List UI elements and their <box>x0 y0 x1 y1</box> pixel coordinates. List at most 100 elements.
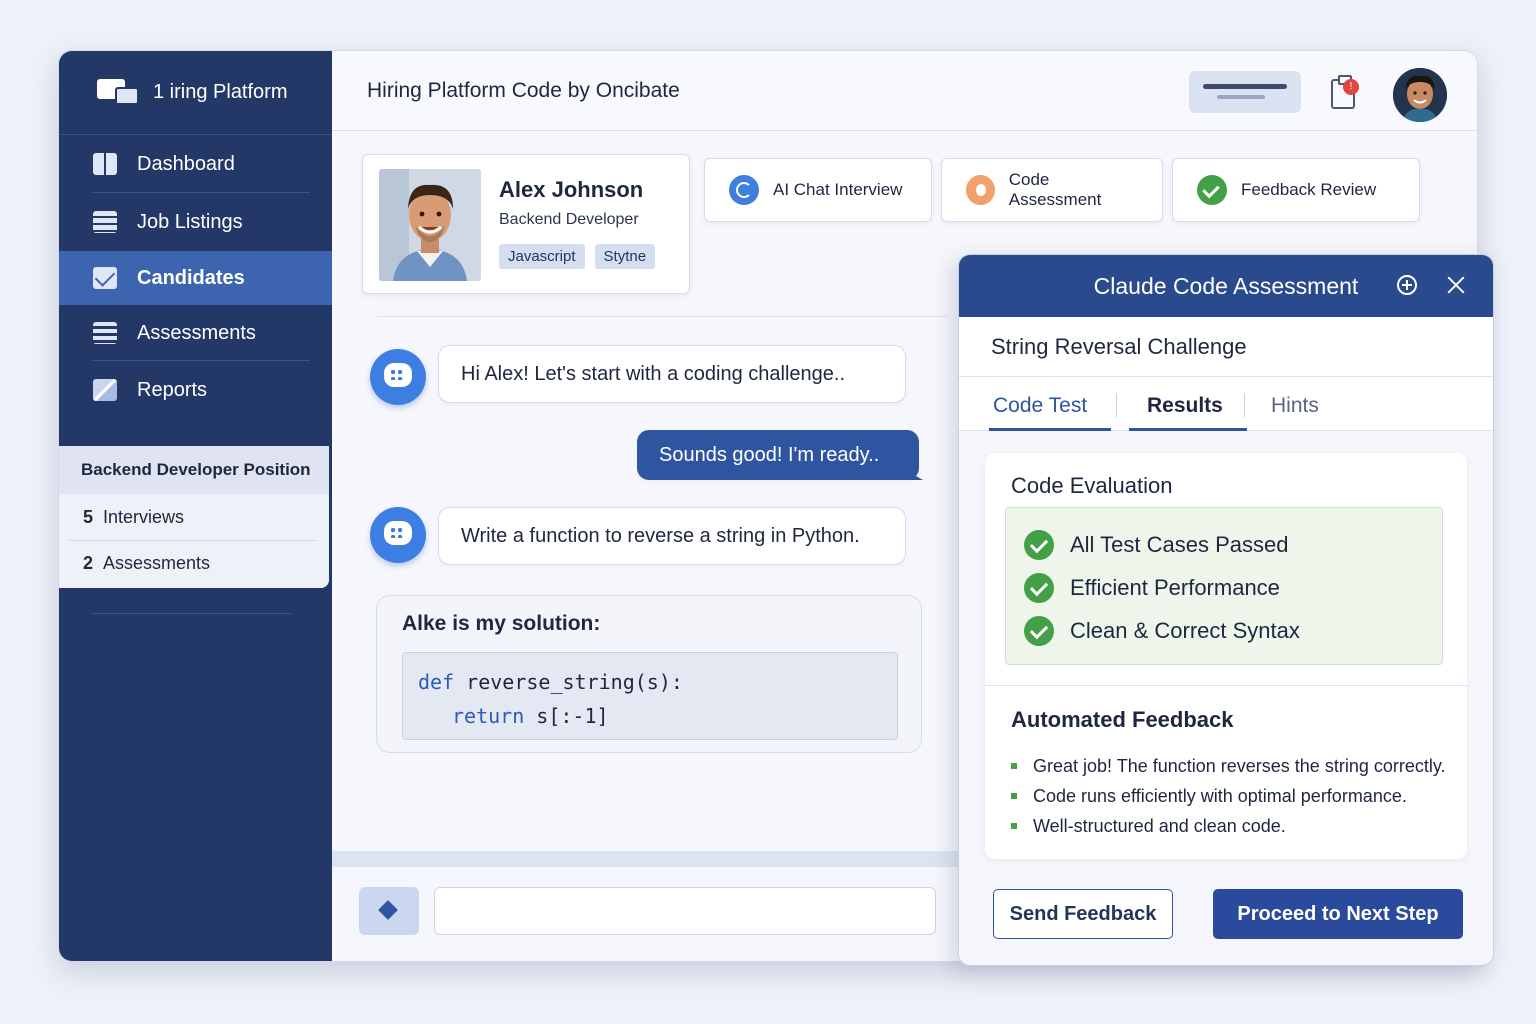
notification-badge: ! <box>1343 79 1359 95</box>
sidebar-item-label: Candidates <box>137 266 245 289</box>
brand-logo-icon <box>97 77 141 109</box>
chat-message-user: Sounds good! I'm ready.. <box>637 430 923 480</box>
stage-feedback-review[interactable]: Feedback Review <box>1172 158 1420 222</box>
stat-label: Interviews <box>103 506 185 527</box>
position-stat-interviews[interactable]: 5 Interviews <box>59 494 329 540</box>
position-stat-assessments[interactable]: 2 Assessments <box>59 540 329 586</box>
pen-icon <box>93 379 117 401</box>
message-text: Write a function to reverse a string in … <box>461 524 860 547</box>
result-text: Efficient Performance <box>1070 575 1280 600</box>
check-icon <box>1197 175 1227 205</box>
panel-header: Claude Code Assessment <box>959 255 1493 317</box>
brand[interactable]: 1 iring Platform <box>59 51 332 135</box>
sidebar-item-candidates[interactable]: Candidates <box>59 251 332 305</box>
tab-results[interactable]: Results <box>1129 377 1247 431</box>
code-keyword: def <box>418 670 455 694</box>
skill-tag: Stytne <box>594 244 656 269</box>
stage-label: Feedback Review <box>1241 180 1377 199</box>
panel-title: Claude Code Assessment <box>1093 272 1359 299</box>
code-text: s[:-1] <box>524 704 609 728</box>
table-icon <box>93 211 117 233</box>
proceed-next-step-button[interactable]: Proceed to Next Step <box>1213 889 1463 939</box>
stage-tabs: AI Chat Interview Code Assessment Feedba… <box>704 158 1420 222</box>
sidebar-item-assessments[interactable]: Assessments <box>59 305 332 361</box>
assessment-panel: Claude Code Assessment String Reversal C… <box>958 254 1494 966</box>
sidebar-divider <box>91 613 291 614</box>
app-window: 1 iring Platform Dashboard Job Listings … <box>58 50 1494 966</box>
zoom-in-icon[interactable] <box>1397 275 1417 295</box>
chat-divider <box>377 316 947 317</box>
position-card: Backend Developer Position 5 Interviews … <box>59 446 329 588</box>
code-block[interactable]: def reverse_string(s): return s[:-1] <box>402 652 898 740</box>
feedback-item: Well-structured and clean code. <box>1009 811 1446 841</box>
feedback-title: Automated Feedback <box>1011 707 1234 732</box>
close-icon[interactable] <box>1445 274 1467 296</box>
stat-label: Assessments <box>103 552 211 573</box>
skill-tags: Javascript Stytne <box>499 244 656 269</box>
code-icon <box>966 175 995 205</box>
code-text: reverse_string(s): <box>454 670 683 694</box>
tab-hints[interactable]: Hints <box>1271 377 1319 431</box>
challenge-title: String Reversal Challenge <box>959 317 1493 377</box>
solution-label: Alke is my solution: <box>402 612 601 635</box>
check-icon <box>1024 530 1054 560</box>
tab-code-test[interactable]: Code Test <box>988 377 1112 431</box>
send-feedback-button[interactable]: Send Feedback <box>993 889 1173 939</box>
solution-message: Alke is my solution: def reverse_string(… <box>376 595 922 753</box>
message-text: Hi Alex! Let's start with a coding chall… <box>461 362 846 385</box>
avatar[interactable] <box>1393 68 1447 122</box>
sidebar: 1 iring Platform Dashboard Job Listings … <box>59 51 332 961</box>
sidebar-item-dashboard[interactable]: Dashboard <box>59 135 332 193</box>
stage-label: Code Assessment <box>1008 170 1102 209</box>
candidate-role: Backend Developer <box>499 211 639 228</box>
brand-name: 1 iring Platform <box>153 81 288 103</box>
composer-divider <box>332 851 962 867</box>
sidebar-item-reports[interactable]: Reports <box>59 361 332 419</box>
results-box: All Test Cases Passed Efficient Performa… <box>1005 507 1443 665</box>
list-icon <box>93 322 117 344</box>
chat-message-bot: Hi Alex! Let's start with a coding chall… <box>438 345 906 403</box>
result-text: Clean & Correct Syntax <box>1070 618 1300 643</box>
divider <box>985 685 1467 686</box>
stat-count: 2 <box>83 552 94 573</box>
chat-icon <box>729 175 759 205</box>
check-icon <box>1024 573 1054 603</box>
sidebar-item-label: Dashboard <box>137 152 235 175</box>
result-item: All Test Cases Passed <box>1024 530 1288 560</box>
topbar: Hiring Platform Code by Oncibate ! <box>332 51 1477 131</box>
message-input[interactable] <box>434 887 936 935</box>
result-item: Efficient Performance <box>1024 573 1280 603</box>
sidebar-item-label: Reports <box>137 378 208 401</box>
chat-message-bot: Write a function to reverse a string in … <box>438 507 906 565</box>
bot-avatar-icon <box>370 507 426 563</box>
stage-code-assessment[interactable]: Code Assessment <box>941 158 1163 222</box>
bot-avatar-icon <box>370 349 426 405</box>
feedback-list: Great job! The function reverses the str… <box>1009 751 1446 841</box>
skill-tag: Javascript <box>499 244 585 269</box>
feedback-item: Code runs efficiently with optimal perfo… <box>1009 781 1446 811</box>
page-title: Hiring Platform Code by Oncibate <box>367 78 680 102</box>
candidate-name: Alex Johnson <box>499 177 644 202</box>
message-text: Sounds good! I'm ready.. <box>659 443 880 466</box>
candidate-card[interactable]: Alex Johnson Backend Developer Javascrip… <box>362 154 690 294</box>
candidate-photo <box>379 169 481 281</box>
result-text: All Test Cases Passed <box>1070 532 1289 557</box>
check-icon <box>1024 616 1054 646</box>
feedback-item: Great job! The function reverses the str… <box>1009 751 1446 781</box>
evaluation-card: Code Evaluation All Test Cases Passed Ef… <box>985 453 1467 859</box>
result-item: Clean & Correct Syntax <box>1024 616 1300 646</box>
code-keyword: return <box>452 704 525 728</box>
sidebar-item-job-listings[interactable]: Job Listings <box>59 193 332 251</box>
sidebar-item-label: Assessments <box>137 321 256 344</box>
mail-icon <box>93 267 117 289</box>
menu-button[interactable] <box>1189 71 1301 113</box>
stage-label: AI Chat Interview <box>773 180 903 199</box>
panel-tabs: Code Test Results Hints <box>959 377 1493 431</box>
attach-button[interactable] <box>359 887 419 935</box>
stat-count: 5 <box>83 506 94 527</box>
sidebar-item-label: Job Listings <box>137 210 243 233</box>
stage-ai-chat-interview[interactable]: AI Chat Interview <box>704 158 932 222</box>
position-title: Backend Developer Position <box>59 446 329 494</box>
book-icon <box>93 153 117 175</box>
evaluation-title: Code Evaluation <box>1011 473 1173 498</box>
